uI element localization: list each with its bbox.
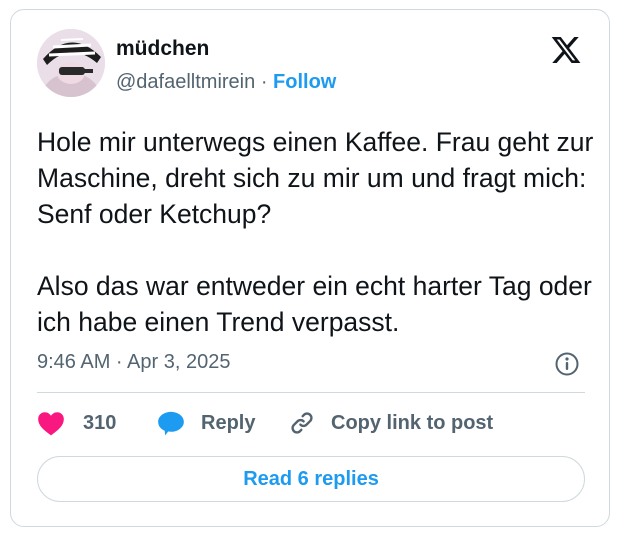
avatar[interactable] (37, 29, 105, 97)
author-handle[interactable]: @dafaelltmirein (116, 71, 255, 93)
read-replies-button[interactable]: Read 6 replies (37, 456, 585, 502)
x-logo-icon[interactable] (549, 34, 583, 66)
follow-button[interactable]: Follow (273, 71, 336, 93)
copy-link-button[interactable]: Copy link to post (289, 408, 493, 438)
handle-separator: · (260, 71, 268, 93)
copy-link-label: Copy link to post (331, 411, 494, 434)
author-handle-row: @dafaelltmirein · Follow (116, 71, 336, 94)
link-icon (291, 412, 313, 434)
avatar-image (37, 29, 105, 97)
info-icon[interactable] (554, 351, 580, 377)
author-name[interactable]: müdchen (116, 37, 209, 61)
reply-button[interactable]: Reply (157, 408, 255, 438)
tweet-text: Hole mir unterwegs einen Kaffee. Frau ge… (37, 127, 594, 337)
like-button[interactable]: 310 (37, 408, 116, 438)
tweet-card: müdchen @dafaelltmirein · Follow Hole mi… (10, 9, 610, 527)
heart-icon (38, 412, 64, 436)
speech-bubble-icon (158, 411, 184, 436)
like-count: 310 (83, 411, 117, 434)
reply-label: Reply (201, 411, 256, 434)
tweet-timestamp[interactable]: 9:46 AM · Apr 3, 2025 (37, 351, 230, 374)
divider (37, 392, 585, 393)
